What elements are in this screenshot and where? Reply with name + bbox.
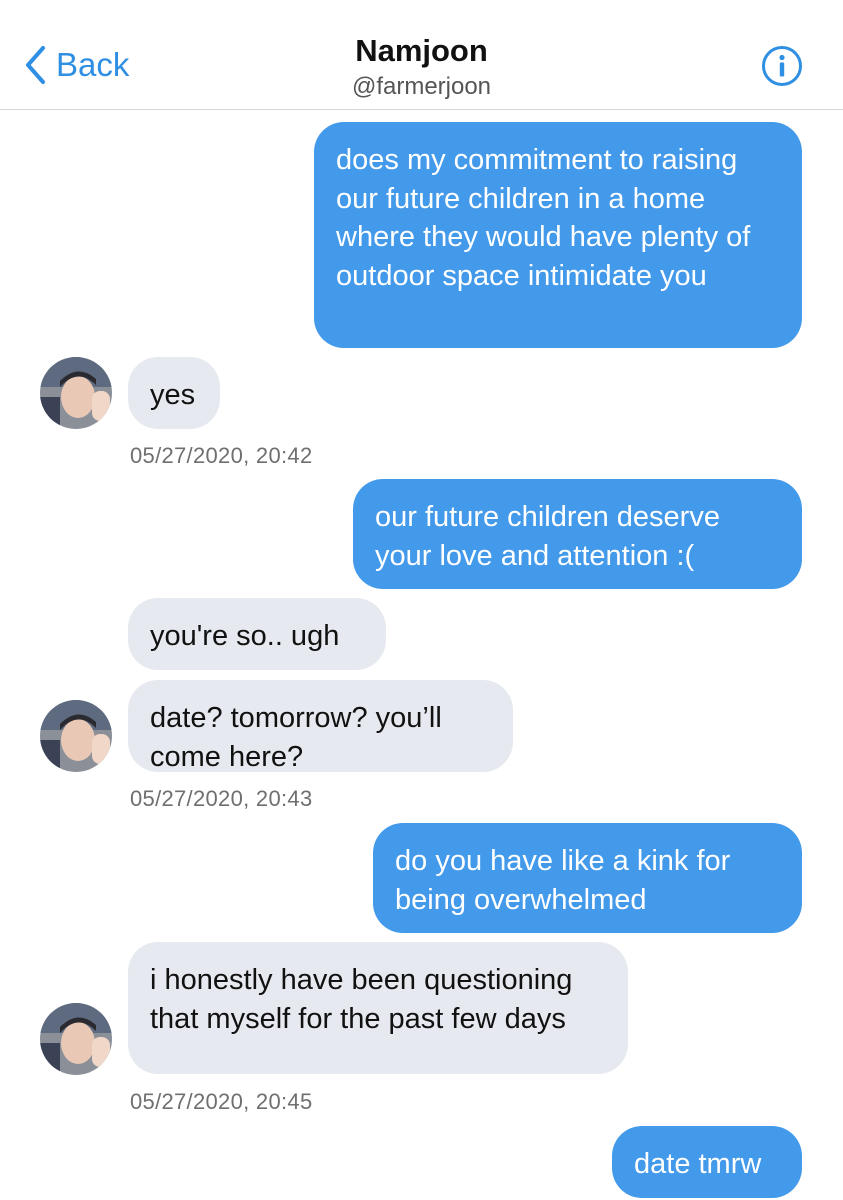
message-timestamp: 05/27/2020, 20:43 xyxy=(130,786,313,811)
outgoing-message[interactable]: date tmrw xyxy=(612,1126,802,1198)
incoming-message[interactable]: date? tomorrow? you’ll come here? xyxy=(128,680,513,773)
incoming-message[interactable]: yes xyxy=(128,357,220,429)
message-timestamp: 05/27/2020, 20:42 xyxy=(130,443,313,468)
info-circle-icon xyxy=(761,46,803,91)
outgoing-message[interactable]: do you have like a kink for being overwh… xyxy=(373,823,802,933)
incoming-message[interactable]: you're so.. ugh xyxy=(128,598,386,670)
message-timestamp: 05/27/2020, 20:45 xyxy=(130,1089,313,1114)
contact-avatar[interactable] xyxy=(40,357,112,429)
incoming-message[interactable]: i honestly have been questioning that my… xyxy=(128,942,628,1074)
dm-conversation-screen: Back Namjoon @farmerjoon does my commitm… xyxy=(0,0,843,1200)
outgoing-message[interactable]: does my commitment to raising our future… xyxy=(314,122,802,348)
outgoing-message[interactable]: our future children deserve your love an… xyxy=(353,479,802,589)
contact-handle: @farmerjoon xyxy=(351,73,492,100)
info-button[interactable] xyxy=(761,45,803,87)
conversation-title-block[interactable]: Namjoon @farmerjoon xyxy=(0,32,843,102)
contact-name: Namjoon xyxy=(355,33,488,68)
contact-avatar[interactable] xyxy=(40,700,112,772)
contact-avatar[interactable] xyxy=(40,1003,112,1075)
conversation-header: Back Namjoon @farmerjoon xyxy=(0,0,843,110)
